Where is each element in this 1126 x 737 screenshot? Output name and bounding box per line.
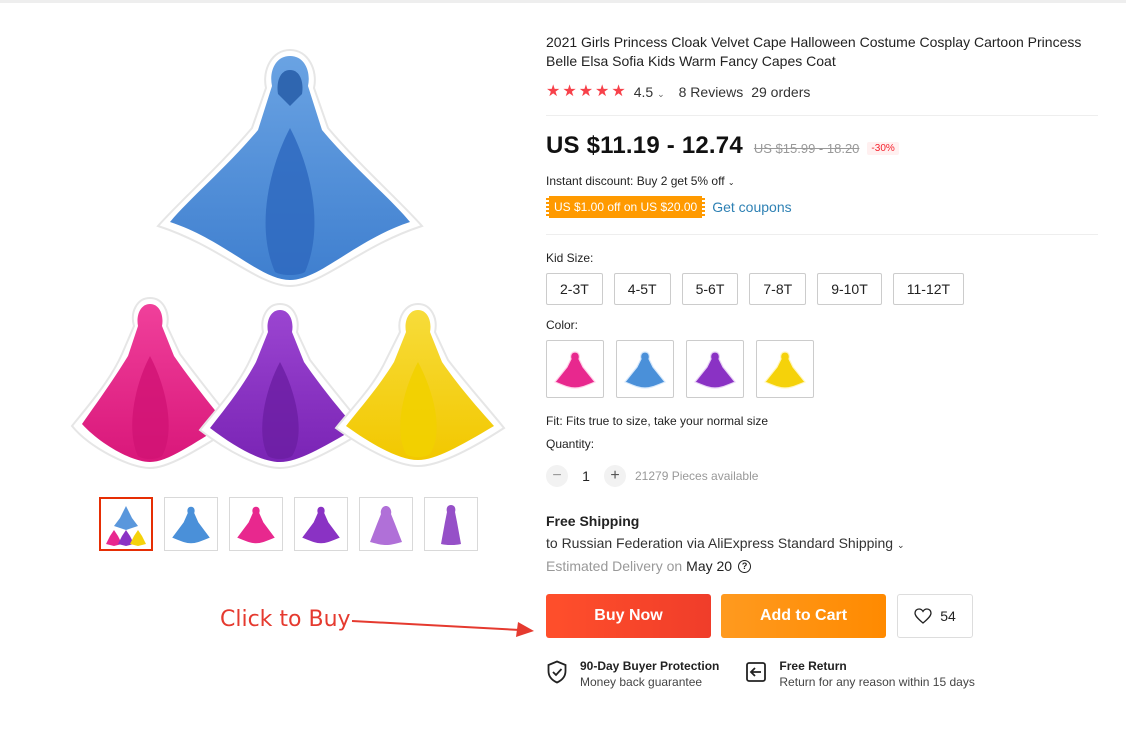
cape-swatch-icon bbox=[694, 351, 736, 389]
thumbnail-pink[interactable] bbox=[229, 497, 283, 551]
annotation-text: Click to Buy bbox=[220, 607, 351, 632]
size-option[interactable]: 7-8T bbox=[749, 273, 807, 305]
estimated-delivery-label: Estimated Delivery on bbox=[546, 558, 683, 574]
cape-thumb-icon bbox=[370, 506, 402, 545]
wishlist-count: 54 bbox=[940, 608, 956, 624]
buy-now-button[interactable]: Buy Now bbox=[546, 594, 711, 638]
guarantees: 90-Day Buyer Protection Money back guara… bbox=[546, 659, 1098, 690]
estimated-delivery-date: May 20 bbox=[686, 558, 733, 574]
pink-cape bbox=[70, 296, 238, 470]
size-option[interactable]: 5-6T bbox=[681, 273, 739, 305]
shipping-destination-text: to Russian Federation via AliExpress Sta… bbox=[546, 535, 894, 551]
quantity-stepper: − 1 + 21279 Pieces available bbox=[546, 465, 1098, 487]
rating-number: 4.5 bbox=[633, 84, 654, 100]
star-icon: ★ bbox=[546, 83, 561, 100]
thumbnail-blue[interactable] bbox=[164, 497, 218, 551]
buyer-protection-sub: Money back guarantee bbox=[580, 675, 703, 689]
shield-check-icon bbox=[547, 660, 567, 684]
divider bbox=[546, 115, 1098, 116]
star-icon: ★ bbox=[611, 83, 626, 100]
free-return-text: Free Return Return for any reason within… bbox=[779, 659, 974, 690]
cape-thumb-icon bbox=[106, 506, 146, 546]
product-title: 2021 Girls Princess Cloak Velvet Cape Ha… bbox=[546, 34, 1082, 69]
yellow-cape bbox=[334, 302, 506, 468]
orders-count: 29 orders bbox=[751, 84, 811, 100]
pieces-available: 21279 Pieces available bbox=[635, 469, 759, 483]
quantity-decrease-button[interactable]: − bbox=[546, 465, 568, 487]
shipping-title: Free Shipping bbox=[546, 513, 640, 529]
color-label: Color: bbox=[546, 318, 579, 332]
cape-swatch-icon bbox=[764, 351, 806, 389]
thumbnail-lavender[interactable] bbox=[359, 497, 413, 551]
fit-note: Fit: Fits true to size, take your normal… bbox=[546, 414, 769, 428]
size-option[interactable]: 11-12T bbox=[892, 273, 965, 305]
shipping-destination[interactable]: to Russian Federation via AliExpress Sta… bbox=[546, 535, 1098, 551]
chevron-down-icon: ⌄ bbox=[657, 89, 665, 99]
estimated-delivery: Estimated Delivery on May 20 ? bbox=[546, 558, 1098, 574]
add-to-cart-button[interactable]: Add to Cart bbox=[721, 594, 886, 638]
thumbnail-multi[interactable] bbox=[99, 497, 153, 551]
chevron-down-icon: ⌄ bbox=[896, 540, 905, 550]
color-option-yellow[interactable] bbox=[756, 340, 814, 398]
rating-value[interactable]: 4.5 ⌄ bbox=[634, 84, 665, 100]
cape-thumb-icon bbox=[169, 505, 213, 545]
current-price: US $11.19 - 12.74 bbox=[546, 132, 743, 159]
free-return[interactable]: Free Return Return for any reason within… bbox=[745, 659, 975, 690]
coupon-row: US $1.00 off on US $20.00 Get coupons bbox=[546, 196, 1098, 218]
reviews-link[interactable]: 8 Reviews bbox=[679, 84, 744, 100]
capes-illustration bbox=[70, 48, 506, 470]
return-icon bbox=[746, 662, 767, 682]
quantity-increase-button[interactable]: + bbox=[604, 465, 626, 487]
size-label: Kid Size: bbox=[546, 251, 594, 265]
divider bbox=[546, 234, 1098, 235]
cape-thumb-icon bbox=[234, 505, 278, 545]
color-option-purple[interactable] bbox=[686, 340, 744, 398]
rating-stars: ★ ★ ★ ★ ★ bbox=[546, 84, 626, 100]
wishlist-button[interactable]: 54 bbox=[897, 594, 973, 638]
cape-thumb-icon bbox=[299, 505, 343, 545]
action-buttons: Buy Now Add to Cart 54 bbox=[546, 594, 1098, 638]
size-option[interactable]: 9-10T bbox=[817, 273, 882, 305]
cape-swatch-icon bbox=[554, 351, 596, 389]
chevron-down-icon: ⌄ bbox=[727, 178, 735, 187]
instant-discount-text: Instant discount: Buy 2 get 5% off bbox=[546, 174, 725, 188]
size-option[interactable]: 4-5T bbox=[613, 273, 671, 305]
coupon-tag: US $1.00 off on US $20.00 bbox=[546, 196, 706, 218]
free-return-title: Free Return bbox=[779, 659, 847, 673]
color-option-pink[interactable] bbox=[546, 340, 604, 398]
instant-discount[interactable]: Instant discount: Buy 2 get 5% off ⌄ bbox=[546, 174, 1098, 188]
quantity-input[interactable]: 1 bbox=[574, 468, 598, 484]
buyer-protection-text: 90-Day Buyer Protection Money back guara… bbox=[580, 659, 719, 690]
purple-cape bbox=[198, 302, 368, 470]
product-info: 2021 Girls Princess Cloak Velvet Cape Ha… bbox=[546, 33, 1098, 690]
rating-row: ★ ★ ★ ★ ★ 4.5 ⌄ 8 Reviews 29 orders bbox=[546, 83, 1098, 101]
top-divider bbox=[0, 0, 1126, 3]
buyer-protection-title: 90-Day Buyer Protection bbox=[580, 659, 720, 673]
color-option-blue[interactable] bbox=[616, 340, 674, 398]
size-option[interactable]: 2-3T bbox=[546, 273, 603, 305]
thumbnail-violet[interactable] bbox=[424, 497, 478, 551]
free-return-sub: Return for any reason within 15 days bbox=[779, 675, 975, 689]
star-icon: ★ bbox=[595, 83, 610, 100]
get-coupons-link[interactable]: Get coupons bbox=[712, 199, 791, 215]
color-options bbox=[546, 340, 1098, 398]
heart-icon bbox=[914, 608, 932, 624]
blue-cape bbox=[156, 48, 424, 288]
original-price: US $15.99 - 18.20 bbox=[753, 141, 860, 156]
star-icon: ★ bbox=[562, 83, 577, 100]
annotation-arrow-icon bbox=[351, 620, 534, 637]
quantity-label: Quantity: bbox=[546, 437, 595, 451]
help-icon[interactable]: ? bbox=[738, 559, 752, 573]
star-icon: ★ bbox=[578, 83, 594, 100]
discount-badge: -30% bbox=[867, 142, 899, 155]
size-options: 2-3T 4-5T 5-6T 7-8T 9-10T 11-12T bbox=[546, 273, 1098, 305]
thumbnail-strip bbox=[99, 497, 478, 551]
thumbnail-purple[interactable] bbox=[294, 497, 348, 551]
price-row: US $11.19 - 12.74 US $15.99 - 18.20 -30% bbox=[546, 132, 1098, 160]
buyer-protection[interactable]: 90-Day Buyer Protection Money back guara… bbox=[546, 659, 719, 690]
cape-thumb-icon bbox=[441, 505, 461, 545]
cape-swatch-icon bbox=[624, 351, 666, 389]
main-product-image[interactable] bbox=[60, 36, 520, 476]
